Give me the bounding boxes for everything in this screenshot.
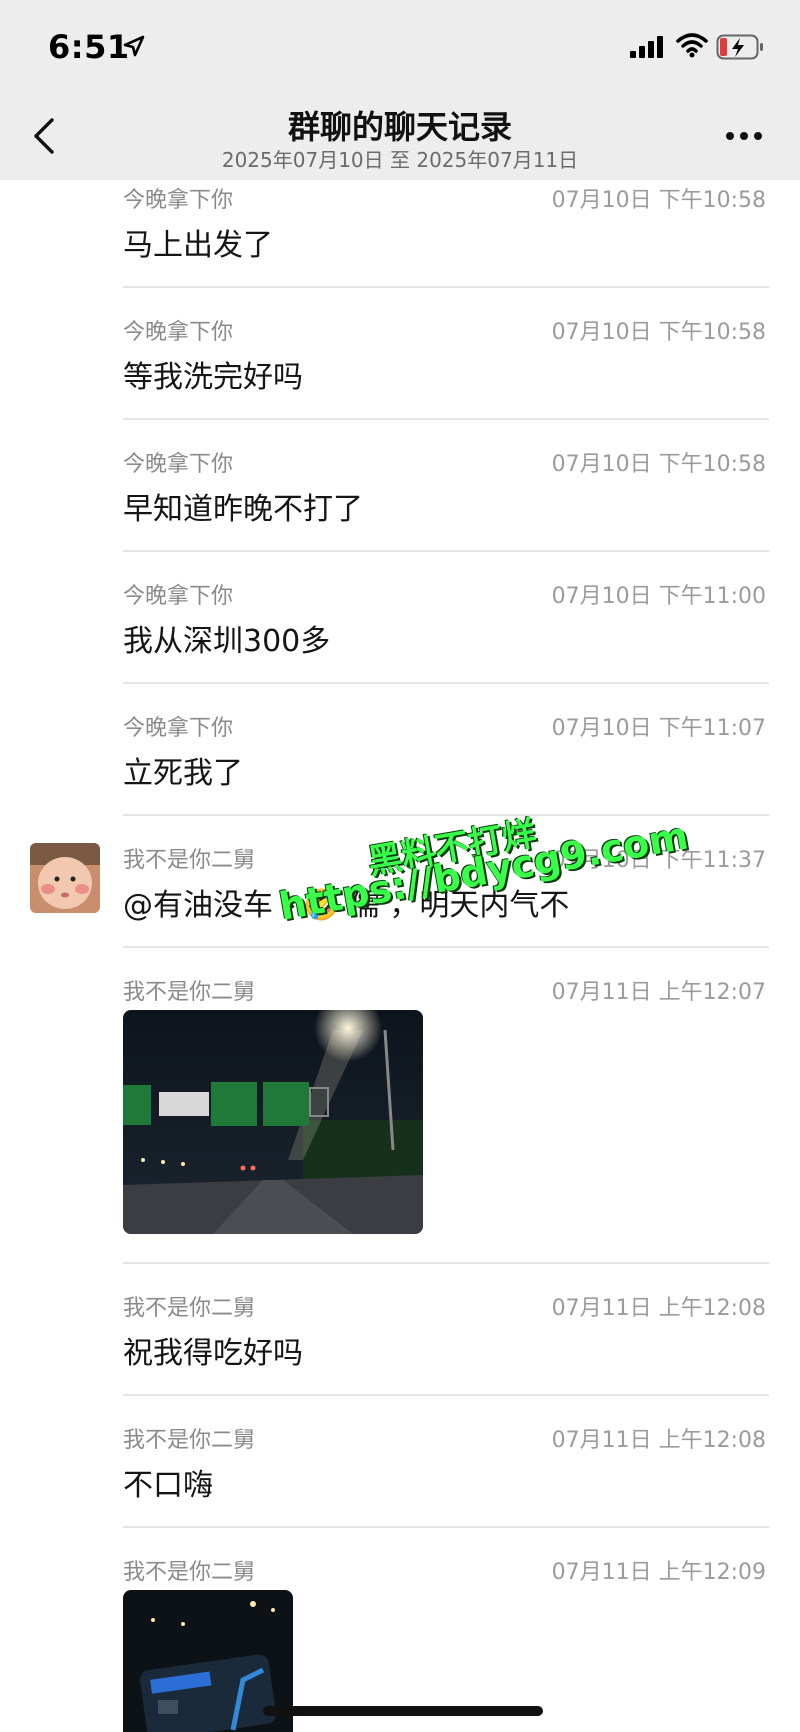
- avatar[interactable]: [30, 843, 100, 913]
- divider: [123, 1262, 769, 1264]
- divider: [123, 418, 769, 420]
- message-text: 祝我得吃好吗: [123, 1336, 303, 1371]
- message-time: 07月10日 下午10:58: [551, 188, 766, 213]
- battery-charging-icon: [716, 34, 766, 64]
- header: 6:51 群聊的聊天记录 2025年07月10日 至 2025年07月11日: [0, 0, 800, 180]
- location-arrow-icon: [122, 34, 146, 62]
- message-time: 07月11日 上午12:08: [551, 1296, 766, 1321]
- message-text: 早知道昨晚不打了: [123, 492, 363, 527]
- message-time: 07月11日 上午12:09: [551, 1560, 766, 1585]
- sender-name: 今晚拿下你: [123, 320, 234, 345]
- divider: [123, 946, 769, 948]
- sender-name: 今晚拿下你: [123, 188, 234, 213]
- message-time: 07月10日 下午11:07: [551, 716, 766, 741]
- divider: [123, 1394, 769, 1396]
- sender-name: 我不是你二舅: [123, 1296, 256, 1321]
- sender-name: 我不是你二舅: [123, 980, 256, 1005]
- message-time: 07月11日 上午12:07: [551, 980, 766, 1005]
- page-title: 群聊的聊天记录: [287, 108, 512, 146]
- more-dots-icon: [726, 132, 762, 140]
- sender-name: 我不是你二舅: [123, 1560, 256, 1585]
- sender-name: 今晚拿下你: [123, 584, 234, 609]
- message-time: 07月10日 下午10:58: [551, 320, 766, 345]
- sender-name: 今晚拿下你: [123, 716, 234, 741]
- home-indicator[interactable]: [263, 1706, 543, 1716]
- message-text: 马上出发了: [123, 228, 273, 263]
- message-text: 等我洗完好吗: [123, 360, 303, 395]
- divider: [123, 286, 769, 288]
- date-range-subtitle: 2025年07月10日 至 2025年07月11日: [221, 148, 579, 172]
- sender-name: 我不是你二舅: [123, 1428, 256, 1453]
- message-text: 不口嗨: [123, 1468, 213, 1503]
- wifi-icon: [676, 32, 708, 62]
- divider: [123, 550, 769, 552]
- image-message[interactable]: [123, 1010, 423, 1234]
- status-time: 6:51: [48, 28, 130, 66]
- message-time: 07月10日 下午11:00: [551, 584, 766, 609]
- sender-name: 我不是你二舅: [123, 848, 256, 873]
- sender-name: 今晚拿下你: [123, 452, 234, 477]
- divider: [123, 1526, 769, 1528]
- signal-icon: [630, 36, 666, 62]
- more-button[interactable]: [722, 126, 766, 146]
- message-text: 我从深圳300多: [123, 624, 331, 659]
- divider: [123, 682, 769, 684]
- message-time: 07月11日 上午12:08: [551, 1428, 766, 1453]
- message-text: 立死我了: [123, 756, 243, 791]
- message-time: 07月10日 下午10:58: [551, 452, 766, 477]
